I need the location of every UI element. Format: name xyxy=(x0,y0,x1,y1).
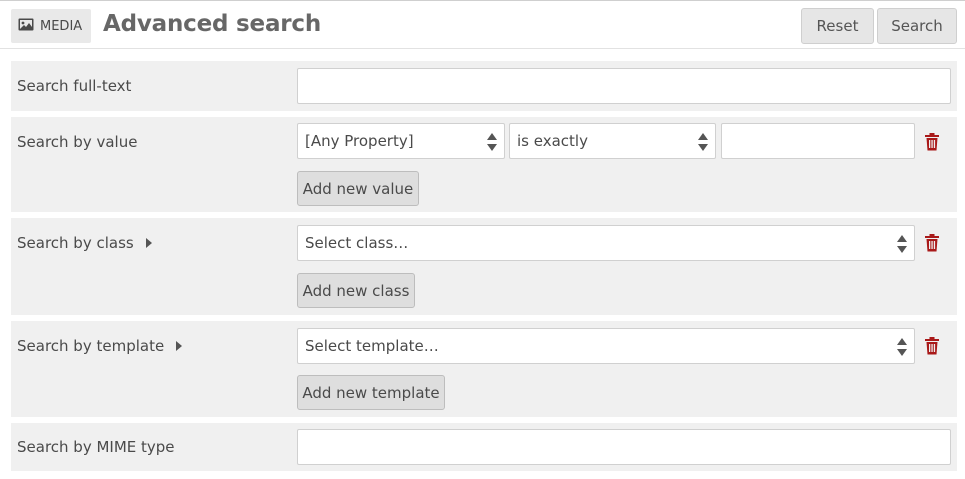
mime-row: Search by MIME type xyxy=(11,423,957,471)
value-text-input[interactable] xyxy=(721,123,915,159)
template-row: Search by template Select template… Add … xyxy=(11,321,957,417)
page-title: Advanced search xyxy=(103,11,322,37)
resource-type-badge: MEDIA xyxy=(11,9,91,43)
class-row: Search by class Select class… Add new cl… xyxy=(11,218,957,315)
reset-button[interactable]: Reset xyxy=(801,8,874,44)
caret-right-icon xyxy=(176,341,183,351)
select-arrows-icon xyxy=(897,235,907,253)
property-select-value: [Any Property] xyxy=(305,132,414,150)
template-label[interactable]: Search by template xyxy=(17,337,183,355)
class-label-text: Search by class xyxy=(17,234,134,252)
operator-select-value: is exactly xyxy=(517,132,588,150)
add-new-template-button[interactable]: Add new template xyxy=(297,375,445,410)
mime-type-input[interactable] xyxy=(297,429,951,465)
trash-icon[interactable] xyxy=(924,133,940,151)
class-select[interactable]: Select class… xyxy=(297,225,915,261)
fulltext-input[interactable] xyxy=(297,68,951,104)
page-header: MEDIA Advanced search Reset Search xyxy=(0,1,965,49)
select-arrows-icon xyxy=(897,338,907,356)
operator-select[interactable]: is exactly xyxy=(509,123,716,159)
fulltext-label: Search full-text xyxy=(17,77,132,95)
caret-right-icon xyxy=(145,238,152,248)
resource-type-label: MEDIA xyxy=(40,18,83,34)
select-arrows-icon xyxy=(487,133,497,151)
trash-icon[interactable] xyxy=(924,337,940,355)
template-label-text: Search by template xyxy=(17,337,165,355)
add-new-value-button[interactable]: Add new value xyxy=(297,171,419,206)
template-select[interactable]: Select template… xyxy=(297,328,915,364)
fulltext-row: Search full-text xyxy=(11,61,957,111)
trash-icon[interactable] xyxy=(924,234,940,252)
value-label: Search by value xyxy=(17,133,138,151)
value-row: Search by value [Any Property] is exactl… xyxy=(11,117,957,212)
class-select-value: Select class… xyxy=(305,234,409,252)
select-arrows-icon xyxy=(698,133,708,151)
template-select-value: Select template… xyxy=(305,337,439,355)
add-new-class-button[interactable]: Add new class xyxy=(297,273,415,308)
search-button[interactable]: Search xyxy=(877,8,957,44)
class-label[interactable]: Search by class xyxy=(17,234,152,252)
image-icon xyxy=(18,18,40,35)
property-select[interactable]: [Any Property] xyxy=(297,123,505,159)
mime-label: Search by MIME type xyxy=(17,438,175,456)
